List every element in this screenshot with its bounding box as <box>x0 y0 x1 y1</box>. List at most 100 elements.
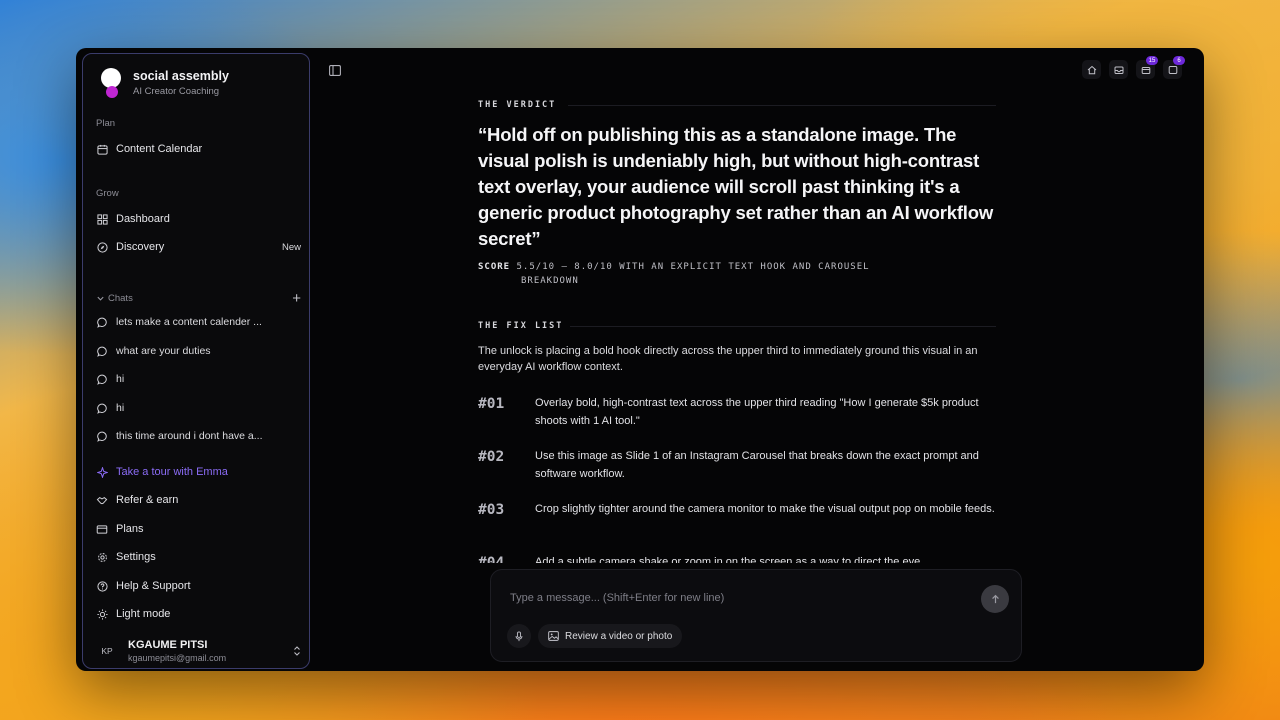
verdict-quote: “Hold off on publishing this as a standa… <box>478 124 994 249</box>
gear-icon <box>96 551 108 563</box>
fix-intro: The unlock is placing a bold hook direct… <box>478 345 978 373</box>
fix-item: #01 Overlay bold, high-contrast text acr… <box>478 395 998 430</box>
brand-logo <box>97 66 125 100</box>
chat-bubble-icon <box>96 316 108 328</box>
fix-text: Add a subtle camera shake or zoom in on … <box>535 556 924 563</box>
sidebar-item-label: Content Calendar <box>116 143 203 155</box>
user-email: kgaumepitsi@gmail.com <box>128 653 227 663</box>
section-label-plan: Plan <box>96 118 116 129</box>
send-button[interactable] <box>981 585 1009 613</box>
review-media-button[interactable]: Review a video or photo <box>538 624 683 648</box>
chat-icon <box>1168 65 1178 75</box>
sidebar: social assembly AI Creator Coaching Plan… <box>82 53 310 669</box>
chat-title: hi <box>116 373 125 385</box>
sidebar-panel-icon <box>329 65 341 76</box>
sidebar-item-discovery[interactable]: Discovery New <box>96 237 301 257</box>
microphone-button[interactable] <box>507 624 531 648</box>
sidebar-item-take-a-tour[interactable]: Take a tour with Emma <box>96 462 301 482</box>
chat-title: hi <box>116 402 125 414</box>
image-icon <box>548 631 559 641</box>
chat-bubble-icon <box>96 345 108 357</box>
sidebar-item-label: Dashboard <box>116 213 170 225</box>
verdict-heading: THE VERDICT <box>478 100 557 110</box>
score-label: SCORE <box>478 262 511 272</box>
microphone-icon <box>514 630 524 642</box>
toggle-sidebar-button[interactable] <box>329 63 341 76</box>
chat-bubble-icon <box>96 430 108 442</box>
chevron-up-down-icon[interactable] <box>293 645 301 657</box>
chat-bubble-icon <box>96 402 108 414</box>
sidebar-item-label: Discovery <box>116 241 165 253</box>
divider <box>570 326 996 327</box>
inbox-button[interactable] <box>1109 60 1128 79</box>
section-label-chats: Chats <box>108 292 133 304</box>
compass-icon <box>96 241 108 253</box>
chat-item[interactable]: hi <box>96 369 301 389</box>
fix-number: #04 <box>478 555 505 563</box>
chat-item[interactable]: this time around i dont have a... <box>96 426 301 446</box>
chevron-down-icon[interactable] <box>96 294 105 303</box>
brand[interactable]: social assembly AI Creator Coaching <box>97 66 229 100</box>
score-line: SCORE 5.5/10 — 8.0/10 WITH AN EXPLICIT T… <box>478 260 948 288</box>
review-media-label: Review a video or photo <box>565 630 673 642</box>
analysis-content: THE VERDICT “Hold off on publishing this… <box>478 98 998 563</box>
user-account-menu[interactable]: KP KGAUME PITSI kgaumepitsi@gmail.com <box>96 637 301 665</box>
fix-text: Crop slightly tighter around the camera … <box>535 503 995 515</box>
app-window: social assembly AI Creator Coaching Plan… <box>76 48 1204 671</box>
sidebar-item-dashboard[interactable]: Dashboard <box>96 209 301 229</box>
help-icon <box>96 580 108 592</box>
avatar: KP <box>101 646 113 656</box>
inbox-icon <box>1114 65 1124 75</box>
handshake-icon <box>96 494 108 506</box>
fix-number: #01 <box>478 396 505 412</box>
chat-bubble-icon <box>96 373 108 385</box>
sidebar-item-light-mode[interactable]: Light mode <box>96 604 301 624</box>
home-icon <box>1087 65 1097 75</box>
sidebar-item-label: Light mode <box>116 608 171 620</box>
sidebar-item-label: Refer & earn <box>116 494 179 506</box>
calendar-icon <box>96 143 108 155</box>
new-badge: New <box>281 241 301 253</box>
message-composer: Review a video or photo <box>490 569 1022 662</box>
user-name: KGAUME PITSI <box>128 639 208 651</box>
messages-button[interactable]: 6 <box>1163 56 1185 79</box>
sidebar-item-label: Help & Support <box>116 580 191 592</box>
chats-header: Chats + <box>96 290 301 306</box>
new-chat-button[interactable]: + <box>292 291 301 306</box>
fix-item: #02 Use this image as Slide 1 of an Inst… <box>478 448 998 483</box>
bell-icon <box>1141 65 1151 75</box>
fix-text: Use this image as Slide 1 of an Instagra… <box>535 450 979 480</box>
fix-list-heading: THE FIX LIST <box>478 321 564 331</box>
home-button[interactable] <box>1082 60 1101 79</box>
sidebar-item-content-calendar[interactable]: Content Calendar <box>96 139 301 159</box>
sidebar-item-label: Settings <box>116 551 156 563</box>
fix-item: #04 Add a subtle camera shake or zoom in… <box>478 554 998 563</box>
chat-item[interactable]: hi <box>96 398 301 418</box>
sidebar-item-settings[interactable]: Settings <box>96 547 301 567</box>
chat-item[interactable]: what are your duties <box>96 341 301 361</box>
notification-count-badge: 15 <box>1146 56 1158 65</box>
sidebar-item-help-support[interactable]: Help & Support <box>96 576 301 596</box>
score-value: 5.5/10 — 8.0/10 WITH AN EXPLICIT TEXT HO… <box>516 262 870 272</box>
fix-text: Overlay bold, high-contrast text across … <box>535 397 979 427</box>
sidebar-item-plans[interactable]: Plans <box>96 519 301 539</box>
sidebar-item-label: Take a tour with Emma <box>116 466 228 478</box>
fix-number: #03 <box>478 502 505 518</box>
brand-name: social assembly <box>133 69 229 83</box>
sidebar-item-refer-earn[interactable]: Refer & earn <box>96 490 301 510</box>
notifications-button[interactable]: 15 <box>1136 56 1158 79</box>
fix-item: #03 Crop slightly tighter around the cam… <box>478 501 998 519</box>
top-icon-bar: 15 6 <box>1082 56 1185 79</box>
score-value-continued: BREAKDOWN <box>521 276 579 286</box>
section-label-grow: Grow <box>96 188 119 199</box>
message-input[interactable] <box>508 587 952 609</box>
card-icon <box>96 523 108 535</box>
sun-icon <box>96 608 108 620</box>
chat-item[interactable]: lets make a content calender ... <box>96 312 301 332</box>
chat-title: lets make a content calender ... <box>116 316 262 328</box>
chat-title: what are your duties <box>116 345 211 357</box>
fix-number: #02 <box>478 449 505 465</box>
sidebar-item-label: Plans <box>116 523 144 535</box>
divider <box>568 105 996 106</box>
message-count-badge: 6 <box>1173 56 1185 65</box>
